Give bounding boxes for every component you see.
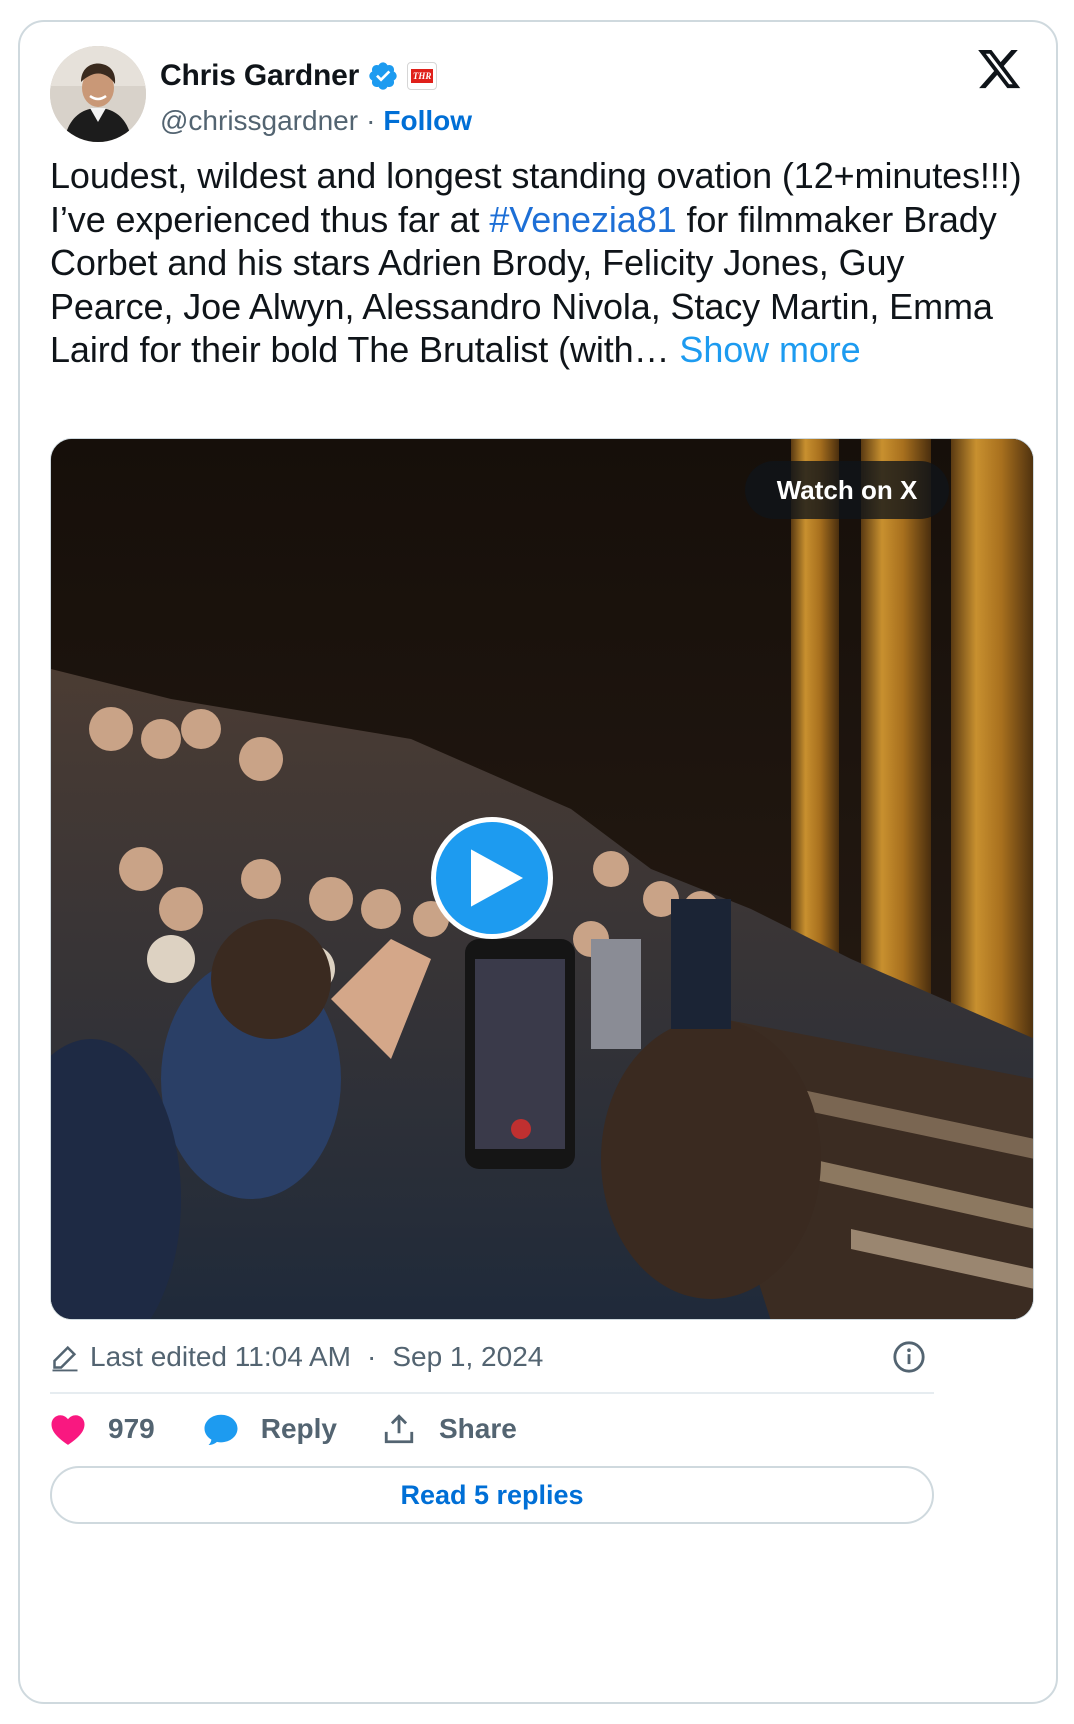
verified-badge-icon <box>369 62 397 90</box>
info-icon[interactable] <box>892 1340 926 1374</box>
author-handle-row: @chrissgardner · Follow <box>160 102 472 140</box>
share-icon <box>384 1414 414 1444</box>
avatar[interactable] <box>50 46 146 142</box>
follow-link[interactable]: Follow <box>383 105 472 137</box>
read-replies-button[interactable]: Read 5 replies <box>50 1466 934 1524</box>
tweet-text: Loudest, wildest and longest standing ov… <box>50 154 1030 372</box>
action-bar: 979 Reply Share <box>50 1406 517 1452</box>
pencil-icon <box>52 1345 78 1372</box>
watch-on-x-button[interactable]: Watch on X <box>745 461 949 519</box>
hashtag-link[interactable]: #Venezia81 <box>489 199 676 240</box>
reply-bubble-icon <box>204 1414 238 1446</box>
author-handle[interactable]: @chrissgardner <box>160 105 358 137</box>
handle-separator: · <box>366 105 376 136</box>
author-name-row: Chris Gardner THR <box>160 56 438 96</box>
like-button[interactable]: 979 <box>50 1412 155 1446</box>
affiliate-badge[interactable]: THR <box>407 62 438 90</box>
x-logo-icon[interactable] <box>978 50 1022 90</box>
tweet-embed-card: Chris Gardner THR @chrissgardner · Follo… <box>18 20 1058 1704</box>
divider <box>50 1392 934 1394</box>
video-thumbnail[interactable]: Watch on X <box>50 438 1034 1320</box>
heart-icon <box>51 1415 85 1445</box>
show-more-link[interactable]: Show more <box>679 329 860 370</box>
reply-label: Reply <box>260 1413 337 1444</box>
share-button[interactable]: Share <box>381 1412 517 1446</box>
like-count: 979 <box>108 1413 155 1444</box>
edited-label: Last edited 11:04 AM <box>90 1341 351 1372</box>
play-icon <box>471 849 523 907</box>
tweet-date: Sep 1, 2024 <box>392 1341 544 1372</box>
edit-timestamp-row[interactable]: Last edited 11:04 AM · Sep 1, 2024 <box>50 1338 543 1376</box>
reply-button[interactable]: Reply <box>203 1412 337 1446</box>
timestamp-separator: · <box>367 1341 377 1372</box>
affiliate-badge-text: THR <box>410 69 434 83</box>
play-button[interactable] <box>431 817 553 939</box>
author-display-name[interactable]: Chris Gardner <box>160 59 359 93</box>
share-label: Share <box>438 1413 517 1444</box>
